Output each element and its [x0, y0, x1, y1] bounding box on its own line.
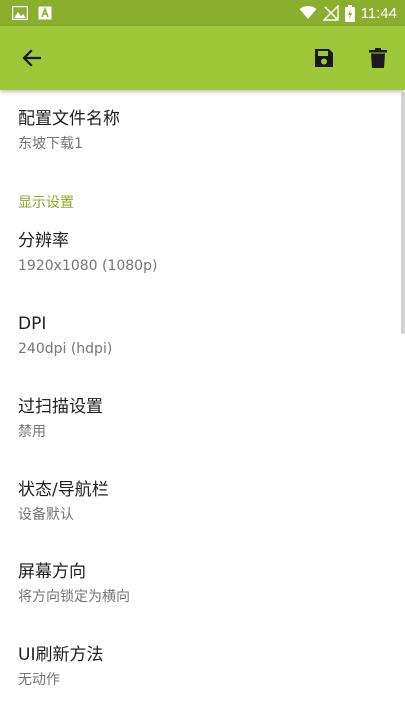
- overscan-title: 过扫描设置: [18, 397, 103, 417]
- back-button[interactable]: [12, 38, 52, 78]
- save-icon: [314, 48, 334, 68]
- overscan-item[interactable]: 过扫描设置 禁用: [18, 396, 389, 442]
- dpi-summary: 240dpi (hdpi): [18, 341, 113, 357]
- screen-orientation-item[interactable]: 屏幕方向 将方向锁定为横向: [18, 561, 389, 607]
- status-time: 11:44: [360, 4, 397, 22]
- resolution-title: 分辨率: [18, 231, 69, 251]
- settings-list: 配置文件名称 东坡下载1 显示设置 分辨率 1920x1080 (1080p) …: [0, 90, 405, 720]
- status-right: 11:44: [299, 4, 397, 22]
- a-icon: [38, 6, 52, 20]
- screen-orientation-title: 屏幕方向: [18, 562, 86, 582]
- status-nav-bar-summary: 设备默认: [18, 507, 74, 523]
- profile-name-summary: 东坡下载1: [18, 136, 83, 152]
- delete-button[interactable]: [358, 38, 398, 78]
- delete-icon: [369, 48, 387, 68]
- dpi-title: DPI: [18, 314, 47, 334]
- profile-name-item[interactable]: 配置文件名称 东坡下载1: [18, 108, 389, 154]
- status-nav-bar-title: 状态/导航栏: [18, 480, 109, 500]
- overscan-summary: 禁用: [18, 424, 46, 440]
- profile-name-title: 配置文件名称: [18, 109, 120, 129]
- save-button[interactable]: [304, 38, 344, 78]
- toolbar: [0, 26, 405, 90]
- status-nav-bar-item[interactable]: 状态/导航栏 设备默认: [18, 479, 389, 525]
- section-header-display: 显示设置: [18, 195, 74, 211]
- scrollbar[interactable]: [401, 92, 405, 334]
- back-arrow-icon: [22, 48, 42, 68]
- ui-refresh-method-item[interactable]: UI刷新方法 无动作: [18, 644, 389, 690]
- ui-refresh-method-summary: 无动作: [18, 672, 60, 688]
- resolution-summary: 1920x1080 (1080p): [18, 258, 158, 274]
- status-bar: 11:44: [0, 0, 405, 26]
- no-signal-icon: [322, 5, 339, 21]
- ui-refresh-method-title: UI刷新方法: [18, 645, 104, 665]
- resolution-item[interactable]: 分辨率 1920x1080 (1080p): [18, 230, 389, 276]
- status-left: [12, 6, 52, 20]
- battery-charging-icon: [344, 4, 355, 22]
- image-icon: [12, 6, 28, 20]
- dpi-item[interactable]: DPI 240dpi (hdpi): [18, 313, 389, 359]
- wifi-icon: [299, 6, 317, 20]
- screen-orientation-summary: 将方向锁定为横向: [18, 589, 130, 605]
